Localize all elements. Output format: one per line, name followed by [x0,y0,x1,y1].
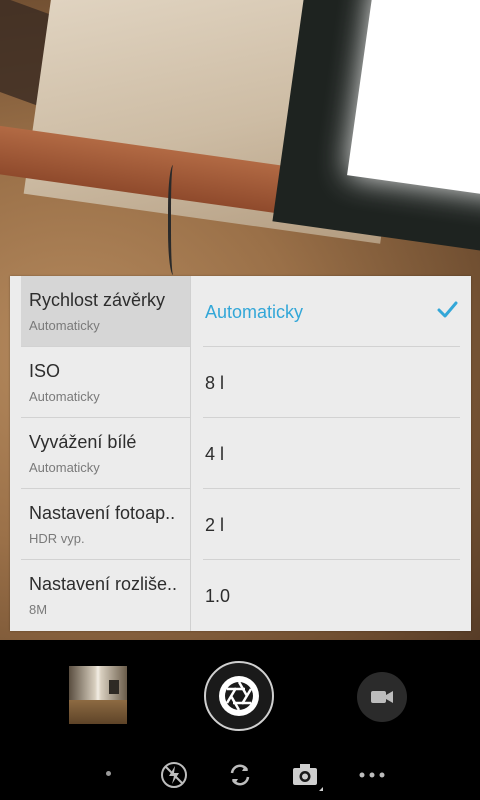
more-icon[interactable] [355,758,389,792]
settings-popup: Rychlost závěrky Automaticky ISO Automat… [10,276,471,631]
viewfinder-cable [168,165,181,275]
category-value: Automaticky [29,460,100,475]
option-label: 2 l [205,515,225,535]
option-item[interactable]: 2 l [203,489,460,560]
option-item[interactable]: 1.0 [203,560,460,631]
column-divider [190,276,191,631]
category-title: Vyvážení bílé [29,432,137,452]
settings-categories: Rychlost závěrky Automaticky ISO Automat… [21,276,191,631]
category-title: Nastavení rozliše.. [29,574,178,594]
shutter-icon [219,676,259,716]
category-title: Nastavení fotoap.. [29,503,176,523]
option-item[interactable]: Automaticky [203,276,460,347]
category-iso[interactable]: ISO Automaticky [21,347,191,418]
thumbnail-picture [109,680,119,694]
option-item[interactable]: 4 l [203,418,460,489]
switch-camera-icon[interactable] [223,758,257,792]
thumbnail-floor [69,700,127,724]
camera-mode-icon[interactable] [290,758,324,792]
viewfinder-light [347,0,480,203]
category-value: HDR vyp. [29,531,85,546]
category-value: 8M [29,602,48,617]
category-camera-settings[interactable]: Nastavení fotoap.. HDR vyp. [21,489,191,560]
shutter-button[interactable] [204,661,274,731]
settings-options: Automaticky 8 l 4 l 2 l 1.0 [203,276,460,631]
option-label: 1.0 [205,586,231,606]
gallery-thumbnail[interactable] [69,666,127,724]
option-label: Automaticky [205,302,304,322]
category-title: ISO [29,361,61,381]
page-indicator-dot [106,771,111,776]
category-value: Automaticky [29,389,100,404]
category-white-balance[interactable]: Vyvážení bílé Automaticky [21,418,191,489]
video-button[interactable] [357,672,407,722]
option-label: 8 l [205,373,225,393]
category-title: Rychlost závěrky [29,290,166,310]
category-value: Automaticky [29,318,100,333]
option-label: 4 l [205,444,225,464]
flash-off-icon[interactable] [157,758,191,792]
video-camera-icon [371,691,393,703]
option-item[interactable]: 8 l [203,347,460,418]
category-resolution[interactable]: Nastavení rozliše.. 8M [21,560,191,631]
checkmark-icon [437,301,458,318]
category-shutter-speed[interactable]: Rychlost závěrky Automaticky [21,276,191,347]
